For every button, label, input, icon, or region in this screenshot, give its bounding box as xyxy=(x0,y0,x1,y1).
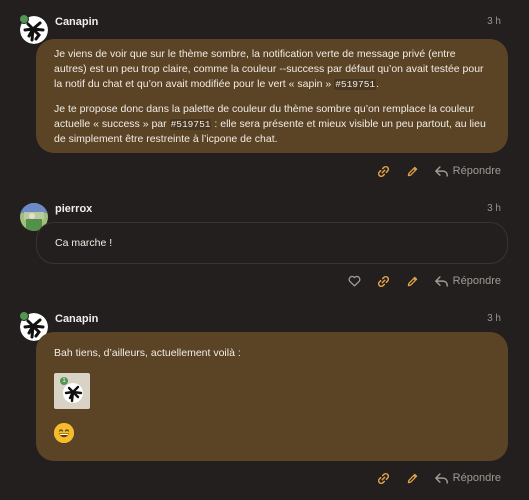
color-code: #519751 xyxy=(169,119,212,130)
reply-arrow-icon xyxy=(434,472,448,484)
online-status-indicator xyxy=(19,311,29,321)
pencil-icon[interactable] xyxy=(406,471,420,485)
reply-button[interactable]: Répondre xyxy=(434,275,501,287)
color-code: #519751 xyxy=(334,79,377,90)
post-time[interactable]: 3 h xyxy=(487,313,501,324)
message-bubble: Je viens de voir que sur le thème sombre… xyxy=(36,39,508,153)
link-icon[interactable] xyxy=(377,274,391,288)
image-thumbnail[interactable]: 1 xyxy=(54,373,90,409)
link-icon[interactable] xyxy=(377,471,391,485)
username[interactable]: pierrox xyxy=(55,203,92,215)
online-status-indicator xyxy=(19,14,29,24)
message-text: Bah tiens, d’ailleurs, actuellement voil… xyxy=(54,347,241,359)
message-bubble: Ca marche ! xyxy=(36,222,508,264)
message-text: Ca marche ! xyxy=(55,237,113,249)
reply-label: Répondre xyxy=(452,472,501,484)
grinning-emoji-icon xyxy=(54,423,74,443)
username[interactable]: Canapin xyxy=(55,16,98,28)
post-actions: Répondre xyxy=(377,470,501,486)
message-bubble: Bah tiens, d’ailleurs, actuellement voil… xyxy=(36,332,508,461)
heart-icon[interactable] xyxy=(348,274,362,288)
pencil-icon[interactable] xyxy=(406,274,420,288)
message-paragraph: Je te propose donc dans la palette de co… xyxy=(54,103,486,145)
reply-label: Répondre xyxy=(452,165,501,177)
post-actions: Répondre xyxy=(348,273,501,289)
post-time[interactable]: 3 h xyxy=(487,16,501,27)
reply-label: Répondre xyxy=(452,275,501,287)
pencil-icon[interactable] xyxy=(406,164,420,178)
reply-arrow-icon xyxy=(434,165,448,177)
reply-arrow-icon xyxy=(434,275,448,287)
reply-button[interactable]: Répondre xyxy=(434,165,501,177)
post-time[interactable]: 3 h xyxy=(487,203,501,214)
username[interactable]: Canapin xyxy=(55,313,98,325)
message-paragraph: Je viens de voir que sur le thème sombre… xyxy=(54,48,484,90)
link-icon[interactable] xyxy=(377,164,391,178)
post-actions: Répondre xyxy=(377,163,501,179)
reply-button[interactable]: Répondre xyxy=(434,472,501,484)
